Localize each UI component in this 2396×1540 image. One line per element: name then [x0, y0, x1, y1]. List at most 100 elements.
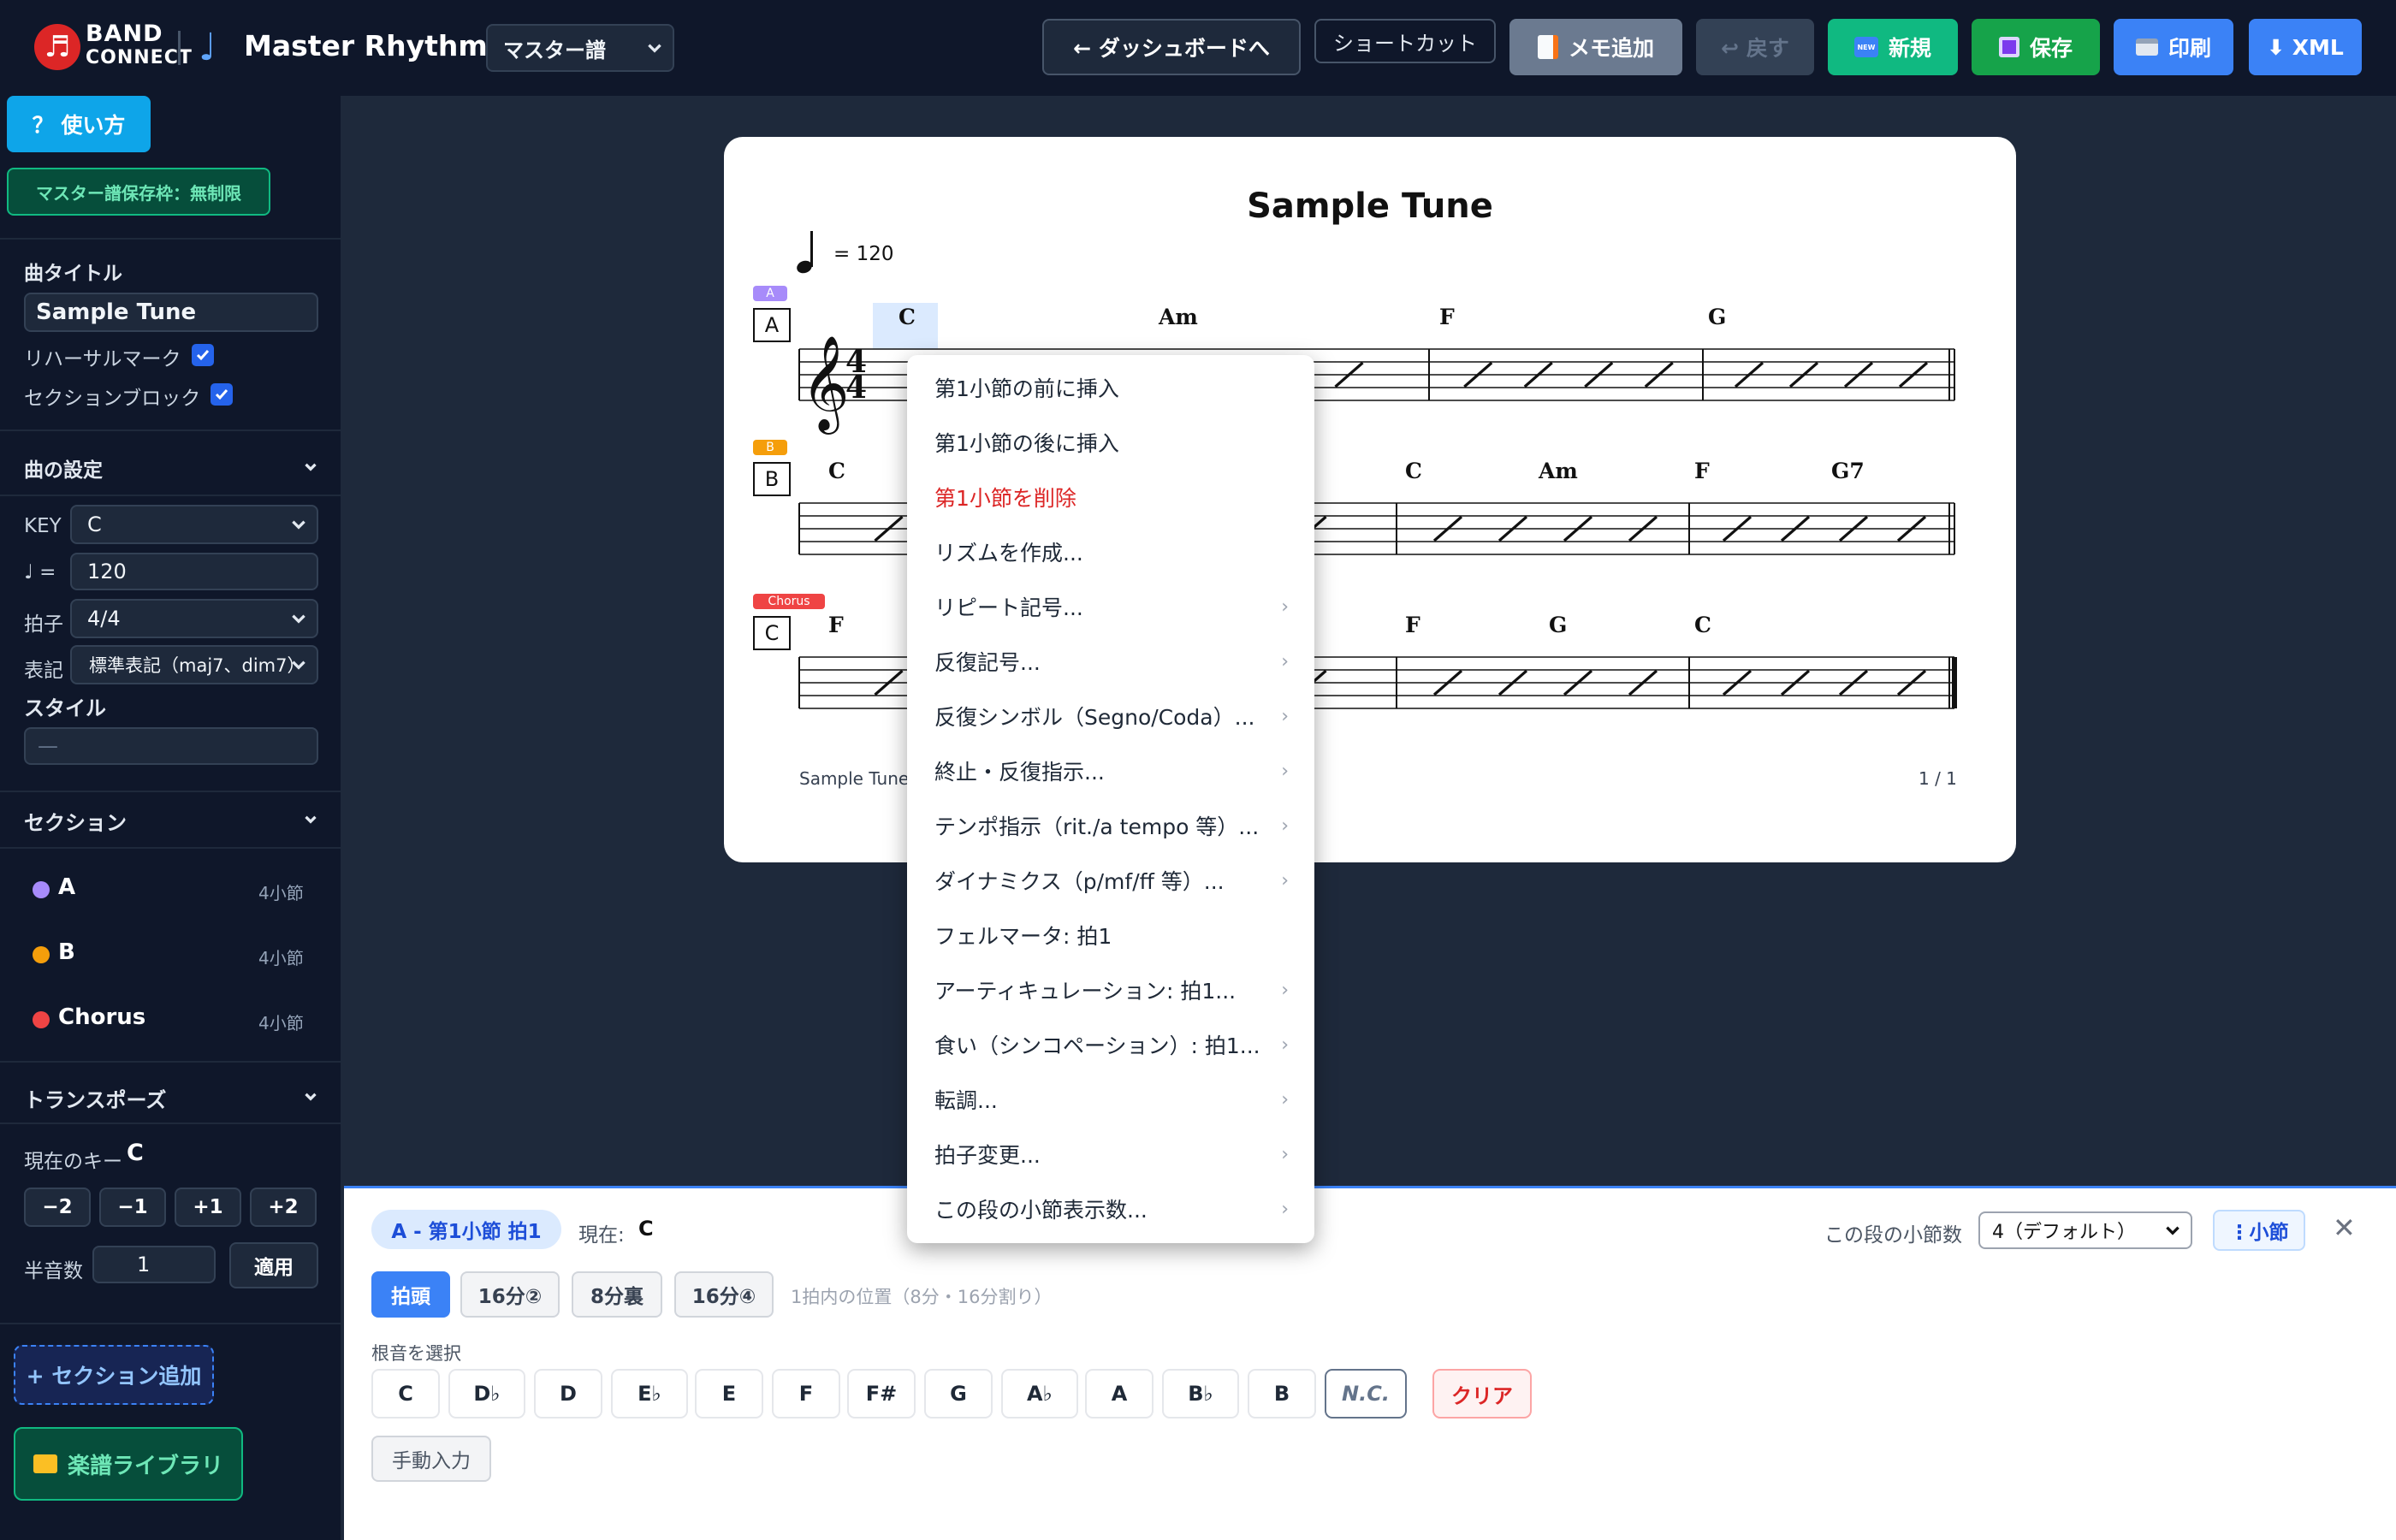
- menu-item-articulation[interactable]: アーティキュレーション: 拍1... ›: [907, 962, 1314, 1017]
- root-button-e[interactable]: E: [695, 1369, 763, 1419]
- section-item-chorus[interactable]: Chorus 4小節: [0, 986, 342, 1052]
- save-button[interactable]: 保存: [1972, 19, 2100, 75]
- rehearsal-mark-checkbox[interactable]: [192, 344, 214, 366]
- clear-chord-button[interactable]: クリア: [1432, 1369, 1532, 1419]
- section-item-b[interactable]: B 4小節: [0, 921, 342, 987]
- menu-item-repeat-sign[interactable]: リピート記号... ›: [907, 579, 1314, 634]
- chevron-down-icon[interactable]: [301, 457, 320, 476]
- menu-item-dynamics[interactable]: ダイナミクス（p/mf/ff 等）... ›: [907, 853, 1314, 908]
- chevron-down-icon[interactable]: [301, 1087, 320, 1105]
- manual-input-button[interactable]: 手動入力: [371, 1436, 491, 1482]
- menu-item-bars-per-row[interactable]: この段の小節表示数... ›: [907, 1182, 1314, 1236]
- section-block-checkbox[interactable]: [211, 383, 233, 406]
- root-button-d[interactable]: D: [534, 1369, 602, 1419]
- current-chord-value: C: [638, 1217, 654, 1241]
- beat-position-16th-4[interactable]: 16分④: [674, 1271, 774, 1318]
- sidebar-divider: [0, 1122, 342, 1124]
- menu-item-time-signature-change[interactable]: 拍子変更... ›: [907, 1127, 1314, 1182]
- menu-item-delete-bar[interactable]: 第1小節を削除: [907, 470, 1314, 524]
- memo-button-label: メモ追加: [1568, 36, 1654, 61]
- chevron-down-icon: [292, 520, 305, 530]
- bars-per-row-select[interactable]: 4（デフォルト）: [1978, 1211, 2192, 1249]
- section-bar-count: 4小節: [258, 883, 304, 903]
- beat-position-8th-off[interactable]: 8分裏: [572, 1271, 662, 1318]
- root-button-a-flat[interactable]: A♭: [1001, 1369, 1078, 1419]
- tempo-label: ♩ =: [24, 561, 56, 583]
- xml-download-button-label: ⬇ XML: [2267, 34, 2344, 60]
- menu-item-insert-after[interactable]: 第1小節の後に挿入: [907, 415, 1314, 470]
- style-input[interactable]: —: [24, 727, 318, 765]
- folder-icon: [33, 1454, 57, 1473]
- menu-item-syncopation[interactable]: 食い（シンコペーション）: 拍1... ›: [907, 1017, 1314, 1072]
- root-button-c[interactable]: C: [371, 1369, 440, 1419]
- score-library-button[interactable]: 楽譜ライブラリ: [14, 1427, 243, 1501]
- undo-button-label: ↩ 戻す: [1721, 36, 1789, 61]
- menu-item-key-change[interactable]: 転調... ›: [907, 1072, 1314, 1127]
- app-header: ♬ BAND CONNECT ♩ Master Rhythm マスター譜 ← ダ…: [0, 0, 2396, 96]
- root-button-e-flat[interactable]: E♭: [611, 1369, 688, 1419]
- mode-select[interactable]: マスター譜: [486, 24, 674, 72]
- song-title-input[interactable]: Sample Tune: [24, 293, 318, 332]
- menu-item-repeat-symbol[interactable]: 反復シンボル（Segno/Coda）... ›: [907, 689, 1314, 743]
- new-button[interactable]: NEW 新規: [1828, 19, 1958, 75]
- chevron-down-icon: [2166, 1226, 2180, 1235]
- root-button-b[interactable]: B: [1248, 1369, 1316, 1419]
- menu-item-fermata[interactable]: フェルマータ: 拍1: [907, 908, 1314, 962]
- xml-download-button[interactable]: ⬇ XML: [2249, 19, 2362, 75]
- add-section-button[interactable]: + セクション追加: [14, 1345, 214, 1405]
- logo-text-band: BAND: [86, 21, 163, 47]
- menu-item-tempo-instruction[interactable]: テンポ指示（rit./a tempo 等）... ›: [907, 798, 1314, 853]
- new-button-label: 新規: [1888, 36, 1931, 61]
- tempo-input[interactable]: 120: [70, 553, 318, 590]
- print-button[interactable]: 印刷: [2114, 19, 2233, 75]
- music-note-icon: ♩: [199, 26, 216, 69]
- check-icon: [196, 350, 210, 361]
- print-button-label: 印刷: [2168, 36, 2211, 61]
- sections-heading: セクション: [24, 811, 127, 835]
- root-button-d-flat[interactable]: D♭: [448, 1369, 525, 1419]
- chevron-down-icon: [292, 660, 305, 670]
- beat-position-16th-2[interactable]: 16分②: [460, 1271, 560, 1318]
- section-item-a[interactable]: A 4小節: [0, 856, 342, 922]
- root-button-g[interactable]: G: [924, 1369, 993, 1419]
- close-icon[interactable]: ✕: [2333, 1211, 2356, 1244]
- menu-item-create-rhythm[interactable]: リズムを作成...: [907, 524, 1314, 579]
- sidebar-divider: [0, 1323, 342, 1324]
- menu-item-ending-instruction[interactable]: 終止・反復指示... ›: [907, 743, 1314, 798]
- transpose-plus-2-button[interactable]: +2: [250, 1188, 317, 1227]
- dashboard-button-label: ← ダッシュボードへ: [1073, 36, 1270, 61]
- undo-button[interactable]: ↩ 戻す: [1696, 19, 1814, 75]
- time-signature-select[interactable]: 4/4: [70, 599, 318, 638]
- menu-item-label: 第1小節の前に挿入: [934, 376, 1119, 401]
- footer-title: Sample Tune: [799, 768, 910, 789]
- memo-button[interactable]: メモ追加: [1509, 19, 1682, 75]
- root-button-f-sharp[interactable]: F#: [847, 1369, 916, 1419]
- mode-select-value: マスター譜: [503, 38, 606, 62]
- key-select[interactable]: C: [70, 505, 318, 544]
- menu-item-insert-before[interactable]: 第1小節の前に挿入: [907, 360, 1314, 415]
- sidebar-divider: [0, 238, 342, 240]
- transpose-plus-1-button[interactable]: +1: [175, 1188, 241, 1227]
- transpose-minus-1-button[interactable]: −1: [99, 1188, 166, 1227]
- shortcut-button[interactable]: ショートカット: [1314, 19, 1496, 63]
- root-button-a[interactable]: A: [1085, 1369, 1154, 1419]
- apply-transpose-button[interactable]: 適用: [229, 1242, 318, 1288]
- bar-menu-button[interactable]: ⋮小節: [2213, 1210, 2305, 1251]
- dashboard-button[interactable]: ← ダッシュボードへ: [1042, 19, 1301, 75]
- storage-badge: マスター譜保存枠：無制限: [7, 168, 270, 216]
- no-chord-button[interactable]: N.C.: [1325, 1369, 1407, 1419]
- song-title-input-value: Sample Tune: [36, 299, 197, 325]
- chevron-down-icon[interactable]: [301, 809, 320, 828]
- semitone-input[interactable]: 1: [92, 1246, 216, 1283]
- root-button-f[interactable]: F: [772, 1369, 840, 1419]
- notation-select[interactable]: 標準表記（maj7、dim7）: [70, 645, 318, 684]
- semitone-input-value: 1: [137, 1253, 151, 1276]
- help-button[interactable]: ？ 使い方: [7, 96, 151, 152]
- beat-position-downbeat[interactable]: 拍頭: [371, 1271, 450, 1318]
- menu-item-label: 拍子変更...: [934, 1143, 1041, 1168]
- menu-item-repeat-mark[interactable]: 反復記号... ›: [907, 634, 1314, 689]
- header-divider: [178, 31, 181, 65]
- transpose-minus-2-button[interactable]: −2: [24, 1188, 91, 1227]
- root-button-b-flat[interactable]: B♭: [1162, 1369, 1239, 1419]
- style-label: スタイル: [24, 696, 106, 720]
